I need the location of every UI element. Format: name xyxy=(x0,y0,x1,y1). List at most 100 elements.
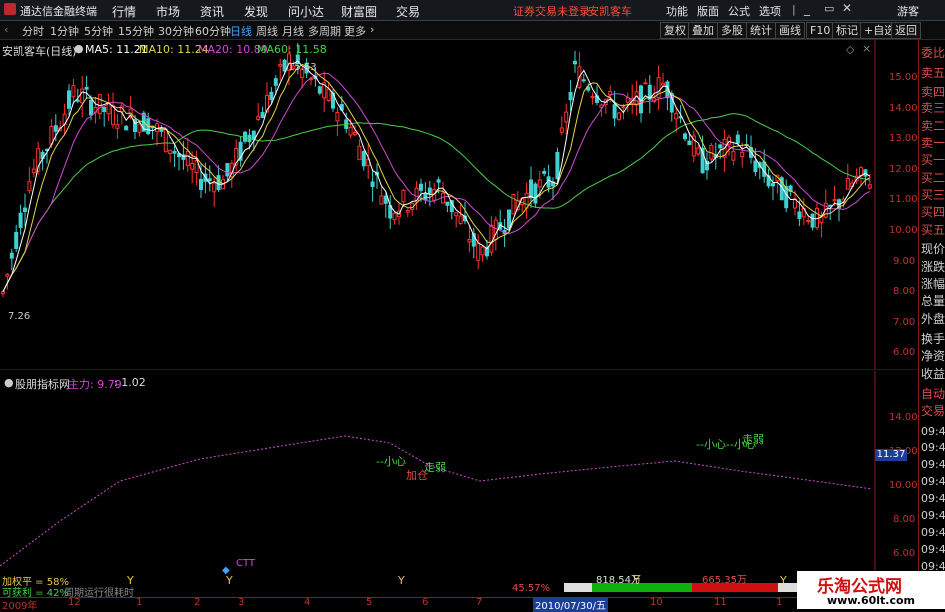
menu-faxian[interactable]: 发现 xyxy=(244,3,268,20)
candle-body xyxy=(216,175,221,191)
sub-indicator-chart[interactable] xyxy=(0,371,918,597)
menu-caifuquan[interactable]: 财富圈 xyxy=(341,3,377,20)
panel-item[interactable]: 卖三 xyxy=(921,101,945,115)
volume-value: 818.54万 xyxy=(596,575,641,586)
btn-fanhui[interactable]: 返回 xyxy=(891,22,921,39)
tab-1min[interactable]: 1分钟 xyxy=(50,23,79,39)
btn-duogu[interactable]: 多股 xyxy=(717,22,747,39)
ma10-line xyxy=(2,64,871,292)
panel-item[interactable]: 交易 xyxy=(921,404,945,418)
candle-body xyxy=(687,140,692,146)
candle-body xyxy=(806,219,811,222)
candle-body xyxy=(621,106,626,109)
btn-f10[interactable]: F10 xyxy=(806,22,835,39)
candle-body xyxy=(84,86,89,90)
panel-item[interactable]: 换手 xyxy=(921,332,945,346)
close-icon[interactable]: ✕ xyxy=(842,1,852,15)
panel-item[interactable]: 买四 xyxy=(921,205,945,219)
minimize-icon[interactable]: _ xyxy=(804,2,810,16)
tab-fenshi[interactable]: 分时 xyxy=(22,23,44,39)
candle-body xyxy=(124,125,129,131)
chevron-right-icon[interactable]: › xyxy=(370,23,374,36)
btn-biaoji[interactable]: 标记 xyxy=(832,22,862,39)
candlesticks xyxy=(1,42,872,298)
panel-item[interactable]: 卖五 xyxy=(921,66,945,80)
panel-item[interactable]: 买三 xyxy=(921,188,945,202)
current-stock-name: 安凯客车 xyxy=(588,5,632,18)
menu-hangqing[interactable]: 行情 xyxy=(112,3,136,20)
menu-xuanxiang[interactable]: 选项 xyxy=(759,3,781,19)
candle-body xyxy=(273,78,278,86)
panel-item[interactable]: 卖一 xyxy=(921,136,945,150)
volume-value: 665.35万 xyxy=(702,575,747,586)
panel-item[interactable]: 涨跌 xyxy=(921,260,945,274)
panel-item[interactable]: 总量 xyxy=(921,294,945,308)
candle-body xyxy=(405,209,410,213)
candle-body xyxy=(23,207,27,213)
menu-zixun[interactable]: 资讯 xyxy=(200,3,224,20)
panel-item[interactable]: 买一 xyxy=(921,153,945,167)
panel-item[interactable]: 委比 xyxy=(921,46,945,60)
candle-body xyxy=(185,150,190,166)
btn-huaxian[interactable]: 画线 xyxy=(775,22,805,39)
candle-body xyxy=(674,113,679,120)
guest-label[interactable]: 游客 xyxy=(897,3,919,19)
menu-gongshi[interactable]: 公式 xyxy=(728,3,750,19)
y-tick: 9.00 xyxy=(893,256,916,267)
candle-body xyxy=(357,145,362,161)
candle-body xyxy=(845,177,850,190)
tab-weekly[interactable]: 周线 xyxy=(256,23,278,39)
menu-jiaoyi[interactable]: 交易 xyxy=(396,3,420,20)
panel-item[interactable]: 卖四 xyxy=(921,85,945,99)
candle-body xyxy=(379,195,384,205)
tab-15min[interactable]: 15分钟 xyxy=(118,23,154,39)
panel-item[interactable]: 现价 xyxy=(921,242,945,256)
quote-side-panel: 委比 卖五 卖四 卖三 卖二 卖一 买一 买二 买三 买四 买五 现价 涨跌 涨… xyxy=(918,40,945,609)
panel-item[interactable]: 买二 xyxy=(921,171,945,185)
panel-item[interactable]: 自动 xyxy=(921,387,945,401)
tab-daily[interactable]: 日线 xyxy=(230,23,252,39)
panel-item[interactable]: 收益 xyxy=(921,367,945,381)
candle-body xyxy=(445,201,450,206)
candle-body xyxy=(436,179,441,183)
candle-body xyxy=(67,90,71,109)
candle-body xyxy=(661,82,665,86)
menu-shichang[interactable]: 市场 xyxy=(156,3,180,20)
btn-tongji[interactable]: 统计 xyxy=(746,22,776,39)
tab-multi-period[interactable]: 多周期 xyxy=(308,23,341,39)
menu-gongneng[interactable]: 功能 xyxy=(666,3,688,19)
tab-5min[interactable]: 5分钟 xyxy=(84,23,113,39)
y-tick: 6.00 xyxy=(893,347,916,358)
kline-chart[interactable]: 15.63 7.26 xyxy=(0,40,918,370)
candle-body xyxy=(168,149,173,155)
panel-item[interactable]: 卖二 xyxy=(921,119,945,133)
menu-wenxiaoda[interactable]: 问小达 xyxy=(288,3,324,20)
x-tick: 1 xyxy=(776,597,783,608)
candle-body xyxy=(115,124,120,129)
x-tick: 11 xyxy=(714,597,727,608)
candle-body xyxy=(529,179,533,199)
panel-item[interactable]: 净资 xyxy=(921,349,945,363)
tab-monthly[interactable]: 月线 xyxy=(282,23,304,39)
watermark-url: www.60lt.com xyxy=(827,594,916,607)
pin-icon[interactable]: ‹ xyxy=(4,23,8,36)
panel-item[interactable]: 涨幅 xyxy=(921,277,945,291)
tick-time: 09:48 xyxy=(921,492,945,505)
btn-fuquan[interactable]: 复权 xyxy=(660,22,690,39)
candle-body xyxy=(590,96,595,99)
candle-body xyxy=(489,224,494,253)
period-toolbar: ‹ 分时 1分钟 5分钟 15分钟 30分钟 60分钟 日线 周线 月线 多周期… xyxy=(0,21,945,40)
trade-login-notice[interactable]: 证券交易未登录 xyxy=(513,3,590,19)
tab-more[interactable]: 更多 xyxy=(344,23,366,39)
y-tick: 8.00 xyxy=(893,286,916,297)
restore-icon[interactable]: ▭ xyxy=(824,2,834,15)
tab-30min[interactable]: 30分钟 xyxy=(158,23,194,39)
candle-body xyxy=(458,215,463,225)
panel-item[interactable]: 买五 xyxy=(921,223,945,237)
candle-body xyxy=(573,60,577,65)
btn-diejia[interactable]: 叠加 xyxy=(688,22,718,39)
volume-bar xyxy=(564,583,592,592)
panel-item[interactable]: 外盘 xyxy=(921,312,945,326)
menu-banmian[interactable]: 版面 xyxy=(697,3,719,19)
tab-60min[interactable]: 60分钟 xyxy=(195,23,231,39)
